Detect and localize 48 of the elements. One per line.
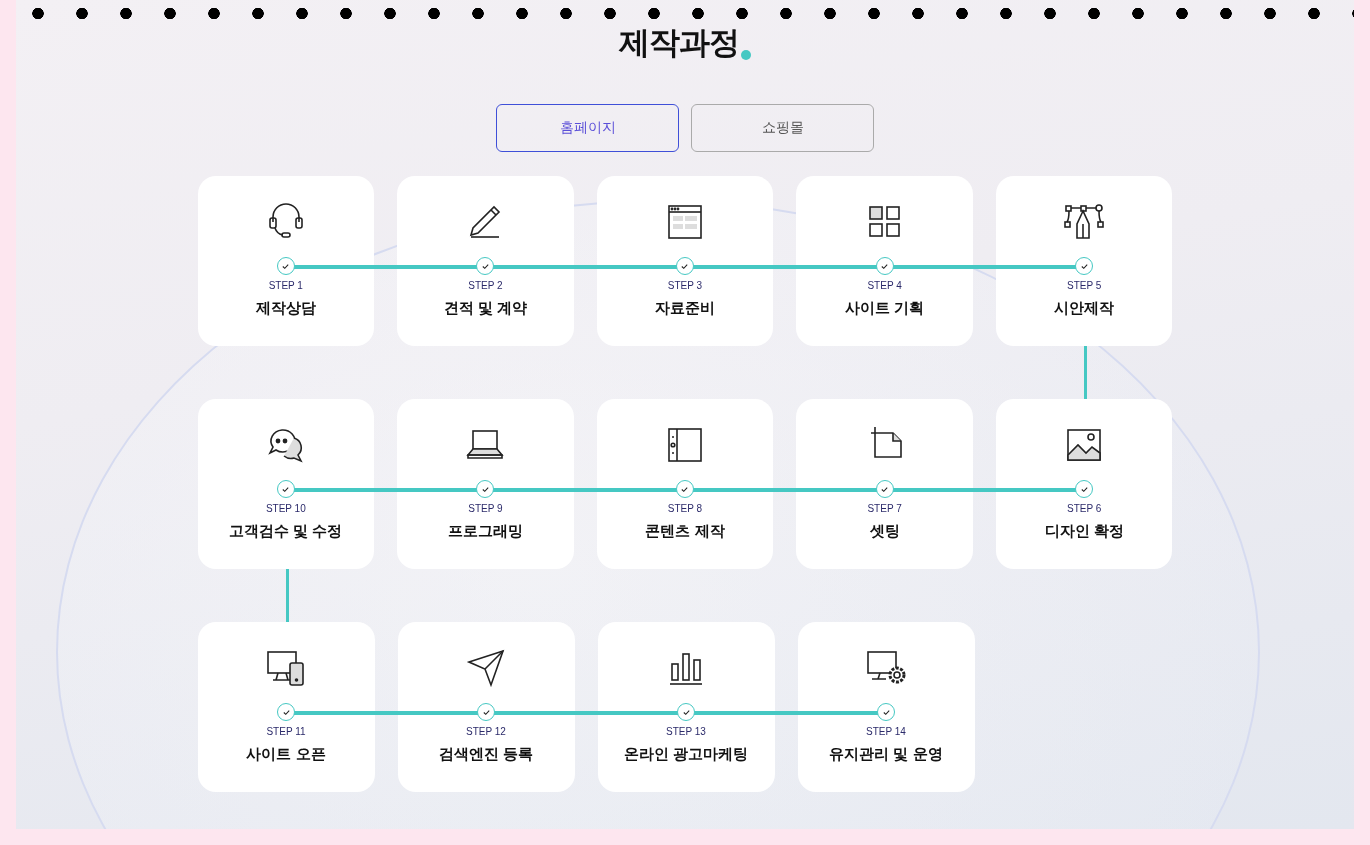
check-icon	[276, 257, 295, 275]
step-name: 제작상담	[255, 299, 316, 318]
check-icon	[677, 703, 695, 721]
step-name: 콘텐츠 제작	[645, 522, 725, 541]
step-number: STEP 3	[667, 280, 703, 291]
check-icon	[477, 703, 495, 721]
step-number: STEP 4	[867, 280, 902, 291]
check-icon	[676, 257, 694, 275]
step-name: 온라인 광고마케팅	[623, 745, 749, 764]
step-name: 유지관리 및 운영	[829, 745, 943, 764]
step-name: 디자인 확정	[1044, 522, 1124, 541]
category-tab[interactable]: 쇼핑몰	[691, 104, 874, 152]
step-number: STEP 7	[867, 503, 902, 514]
step-number: STEP 6	[1067, 503, 1102, 514]
check-icon	[476, 480, 495, 498]
step-name: 자료준비	[655, 299, 715, 318]
section-title: 제작과정	[619, 24, 739, 62]
category-tab[interactable]: 홈페이지	[496, 104, 679, 152]
step-name: 셋팅	[869, 522, 900, 541]
check-icon	[277, 703, 295, 721]
step-name: 프로그래밍	[447, 522, 523, 541]
connector-line	[1083, 346, 1087, 399]
step-number: STEP 13	[666, 726, 706, 737]
step-name: 시안제작	[1054, 299, 1115, 318]
title-dot-icon	[741, 50, 751, 60]
check-icon	[276, 480, 295, 498]
check-icon	[875, 480, 894, 498]
check-icon	[676, 480, 694, 498]
step-number: STEP 14	[866, 726, 906, 737]
check-icon	[877, 703, 895, 721]
step-number: STEP 5	[1067, 280, 1102, 291]
step-number: STEP 1	[268, 280, 303, 291]
step-name: 고객검수 및 수정	[229, 522, 343, 541]
step-number: STEP 10	[265, 503, 306, 514]
step-number: STEP 11	[266, 726, 306, 737]
step-name: 견적 및 계약	[443, 299, 528, 318]
check-icon	[1075, 480, 1094, 498]
check-icon	[875, 257, 894, 275]
step-number: STEP 8	[667, 503, 703, 514]
check-icon	[476, 257, 495, 275]
check-icon	[1075, 257, 1094, 275]
step-name: 사이트 오픈	[246, 745, 326, 764]
connector-line	[285, 569, 289, 622]
step-number: STEP 12	[466, 726, 506, 737]
step-number: STEP 2	[468, 280, 503, 291]
step-number: STEP 9	[468, 503, 503, 514]
step-name: 사이트 기획	[845, 299, 925, 318]
step-name: 검색엔진 등록	[438, 745, 534, 764]
